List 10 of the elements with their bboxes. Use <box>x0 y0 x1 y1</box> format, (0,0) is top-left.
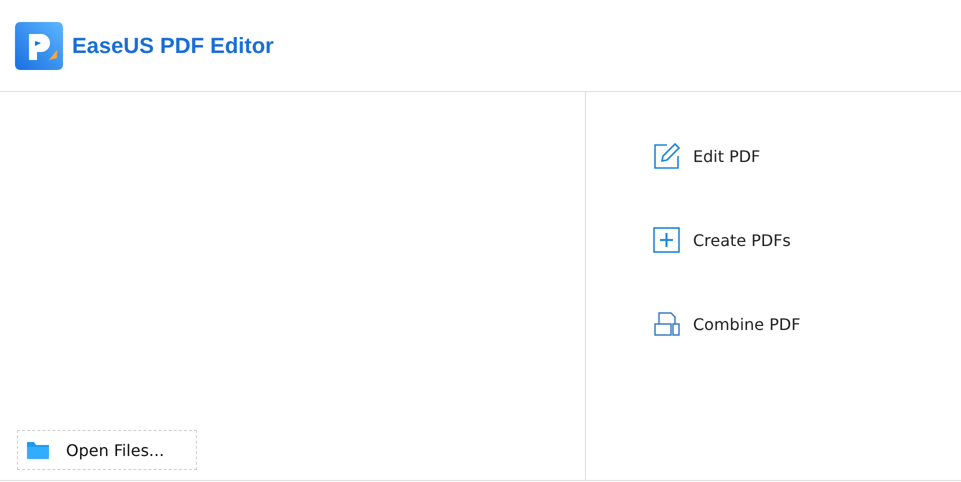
app-title: EaseUS PDF Editor <box>72 32 274 58</box>
combine-pdf-button[interactable]: Combine PDF <box>653 310 800 338</box>
folder-icon <box>26 440 50 460</box>
create-pdf-button[interactable]: Create PDFs <box>653 226 791 254</box>
open-files-button[interactable]: Open Files... <box>17 430 197 470</box>
edit-pdf-button[interactable]: Edit PDF <box>653 142 760 170</box>
pencil-icon <box>653 142 681 170</box>
plus-icon <box>653 226 681 254</box>
logo-icon <box>15 22 63 70</box>
documents-icon <box>653 310 681 338</box>
